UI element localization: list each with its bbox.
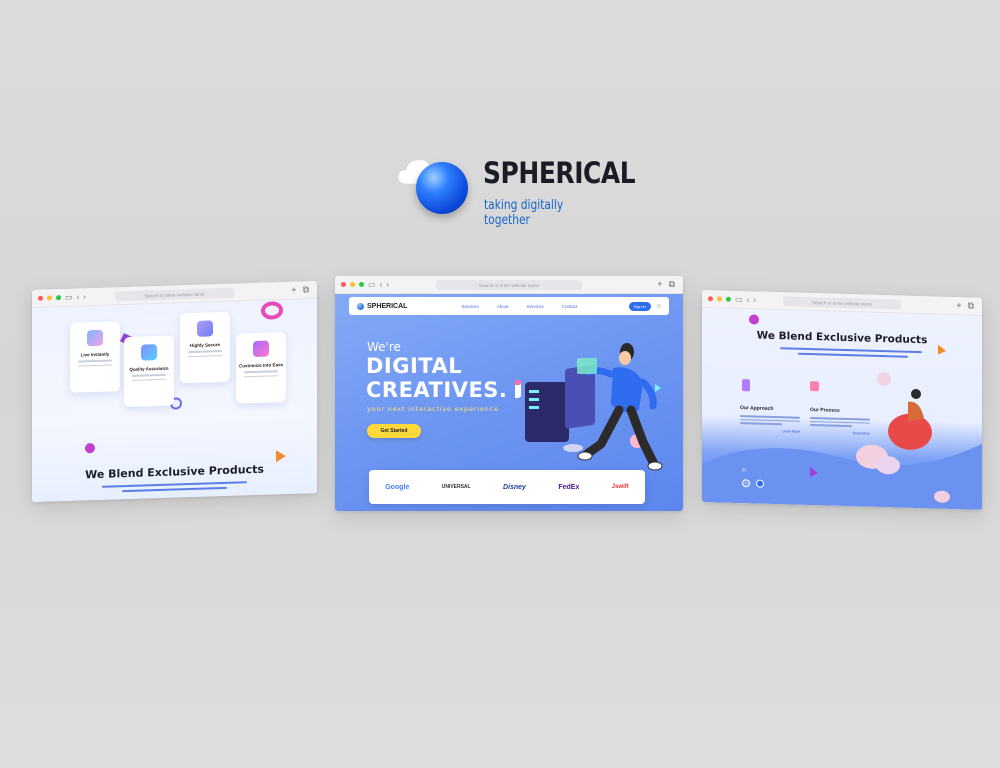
- back-icon[interactable]: ‹: [747, 295, 750, 304]
- page-indicator: 01: [742, 467, 747, 473]
- prev-slide-button[interactable]: [742, 479, 750, 488]
- sidebar-icon[interactable]: ▭: [65, 292, 73, 301]
- address-bar[interactable]: Search or enter website name: [783, 296, 901, 310]
- browser-window-left: ▭ ‹ › Search or enter website name + ⧉ L…: [32, 281, 317, 502]
- browser-window-center: ▭ ‹ › Search or enter website name + ⧉ S…: [335, 276, 683, 511]
- browser-toolbar: ▭ ‹ › Search or enter website name + ⧉: [335, 276, 683, 294]
- get-started-button[interactable]: Get Started: [367, 424, 421, 438]
- lock-icon: [197, 320, 213, 337]
- brand-tagline: taking digitally together: [484, 198, 564, 228]
- hero-illustration: [515, 343, 663, 471]
- signin-button[interactable]: Sign in: [628, 301, 651, 311]
- slider-pager: [742, 479, 764, 488]
- nav-link[interactable]: About: [497, 304, 509, 309]
- close-dot[interactable]: [708, 296, 713, 302]
- forward-icon[interactable]: ›: [386, 280, 389, 289]
- partner-logo: FedEx: [558, 483, 580, 491]
- new-tab-icon[interactable]: +: [956, 300, 961, 311]
- sidebar-icon[interactable]: ▭: [368, 280, 376, 289]
- feature-card[interactable]: Quality Assurance: [124, 335, 174, 408]
- sidebar-icon[interactable]: ▭: [735, 294, 743, 303]
- hero-headline-line2: CREATIVES.: [366, 378, 508, 402]
- address-bar[interactable]: Search or enter website name: [114, 287, 235, 302]
- partner-logo: UNIVERSAL: [441, 484, 471, 490]
- sphere-icon: [357, 302, 364, 310]
- back-icon[interactable]: ‹: [77, 292, 80, 301]
- nav-link[interactable]: Services: [461, 304, 478, 309]
- partner-logo: Google: [385, 483, 410, 491]
- feature-card[interactable]: Customize Into Ease: [236, 332, 286, 404]
- forward-icon[interactable]: ›: [753, 295, 756, 304]
- back-icon[interactable]: ‹: [380, 280, 383, 289]
- hero-tagline: your next interactive experience: [367, 405, 499, 413]
- maximize-dot[interactable]: [359, 282, 364, 287]
- new-tab-icon[interactable]: +: [291, 285, 296, 296]
- tabs-overview-icon[interactable]: ⧉: [968, 300, 974, 311]
- puzzle-icon: [253, 340, 269, 358]
- nav-link[interactable]: Services: [526, 304, 543, 309]
- hero-headline-line1: DIGITAL: [366, 354, 463, 378]
- site-navbar: SPHERICAL Services About Services Contac…: [349, 297, 669, 315]
- process-column: Our Process Read More: [810, 407, 870, 436]
- left-page-content: Live Instantly Quality Assurance Highly …: [32, 299, 317, 502]
- partner-logo: Jswift: [611, 484, 629, 490]
- nav-brand[interactable]: SPHERICAL: [357, 302, 407, 310]
- next-slide-button[interactable]: [756, 479, 764, 488]
- hero-section: SPHERICAL Services About Services Contac…: [335, 294, 683, 511]
- spherical-logo: SPHERICAL taking digitally together: [396, 154, 636, 228]
- close-dot[interactable]: [38, 295, 43, 301]
- minimize-dot[interactable]: [717, 296, 722, 302]
- partner-logo: Disney: [503, 483, 526, 491]
- approach-column: Our Approach Learn More: [740, 405, 800, 434]
- nav-link[interactable]: Contact: [562, 304, 578, 309]
- sphere-icon: [416, 162, 468, 214]
- close-dot[interactable]: [341, 282, 346, 287]
- search-icon[interactable]: ○: [657, 303, 661, 310]
- minimize-dot[interactable]: [350, 282, 355, 287]
- maximize-dot[interactable]: [56, 295, 61, 301]
- maximize-dot[interactable]: [726, 296, 731, 302]
- right-page-content: We Blend Exclusive Products Our Approach…: [702, 308, 982, 510]
- forward-icon[interactable]: ›: [83, 292, 86, 301]
- partner-logos-bar: Google UNIVERSAL Disney FedEx Jswift: [369, 470, 645, 504]
- rocket-icon: [87, 329, 103, 347]
- monitor-icon: [141, 344, 157, 361]
- address-bar[interactable]: Search or enter website name: [435, 280, 583, 290]
- tabs-overview-icon[interactable]: ⧉: [303, 284, 309, 295]
- feature-card[interactable]: Live Instantly: [70, 321, 120, 393]
- feature-card[interactable]: Highly Secure: [180, 311, 230, 384]
- new-tab-icon[interactable]: +: [657, 279, 662, 290]
- tabs-overview-icon[interactable]: ⧉: [669, 279, 675, 290]
- brand-name: SPHERICAL: [483, 156, 636, 190]
- minimize-dot[interactable]: [47, 295, 52, 301]
- hero-eyebrow: We're: [367, 340, 401, 354]
- browser-window-right: ▭ ‹ › Search or enter website name + ⧉ W…: [702, 290, 982, 510]
